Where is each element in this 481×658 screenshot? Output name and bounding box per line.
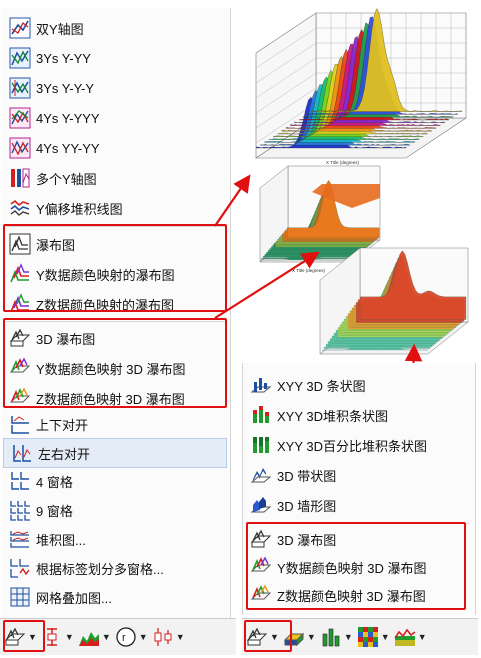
error-bar-button[interactable]: ▼ [41, 624, 74, 650]
heatmap-button[interactable]: ▼ [357, 624, 390, 650]
box-plot-button[interactable]: ▼ [152, 624, 185, 650]
3d-bars-icon [320, 626, 342, 648]
polar-button[interactable]: r ▼ [115, 624, 148, 650]
menu-item-label: XYY 3D百分比堆积条状图 [277, 436, 427, 455]
area-chart-button[interactable]: ▼ [78, 624, 111, 650]
xyy-3d-bars-icon [250, 374, 272, 396]
3d-bars-button[interactable]: ▼ [320, 624, 353, 650]
chevron-down-icon: ▼ [381, 632, 390, 642]
menu-item-label: XYY 3D 条状图 [277, 376, 366, 395]
xyy-3d-stacked-bars-icon [250, 404, 272, 426]
heatmap-icon [357, 626, 379, 648]
highlight-box-toolbar-left [3, 620, 45, 652]
chevron-down-icon: ▼ [418, 632, 427, 642]
arrow-to-top-thumb [215, 178, 248, 226]
arrow-to-mid-thumb [215, 254, 316, 318]
area-chart-icon [78, 626, 100, 648]
contour-icon [394, 626, 416, 648]
polar-icon: r [115, 626, 137, 648]
menu-item-label: 3D 带状图 [277, 466, 336, 485]
menu-item-xyy-3d-bars[interactable]: XYY 3D 条状图 [243, 371, 473, 399]
chevron-down-icon: ▼ [344, 632, 353, 642]
3d-ribbons-icon [250, 464, 272, 486]
xyy-3d-100-stacked-bars-icon [250, 434, 272, 456]
chevron-down-icon: ▼ [176, 632, 185, 642]
chevron-down-icon: ▼ [307, 632, 316, 642]
menu-item-label: 3D 墙形图 [277, 496, 336, 515]
chevron-down-icon: ▼ [65, 632, 74, 642]
box-plot-icon [152, 626, 174, 648]
menu-item-xyy-3d-stacked-bars[interactable]: XYY 3D堆积条状图 [243, 401, 473, 429]
3d-walls-icon [250, 494, 272, 516]
chevron-down-icon: ▼ [139, 632, 148, 642]
menu-item-xyy-3d-100-stacked-bars[interactable]: XYY 3D百分比堆积条状图 [243, 431, 473, 459]
contour-button[interactable]: ▼ [394, 624, 427, 650]
menu-item-label: XYY 3D堆积条状图 [277, 406, 388, 425]
highlight-box-3d-waterfall-right [246, 522, 466, 610]
highlight-box-toolbar-right [244, 620, 292, 652]
chevron-down-icon: ▼ [102, 632, 111, 642]
svg-text:r: r [122, 632, 126, 644]
menu-item-3d-walls[interactable]: 3D 墙形图 [243, 491, 473, 519]
menu-item-3d-ribbons[interactable]: 3D 带状图 [243, 461, 473, 489]
